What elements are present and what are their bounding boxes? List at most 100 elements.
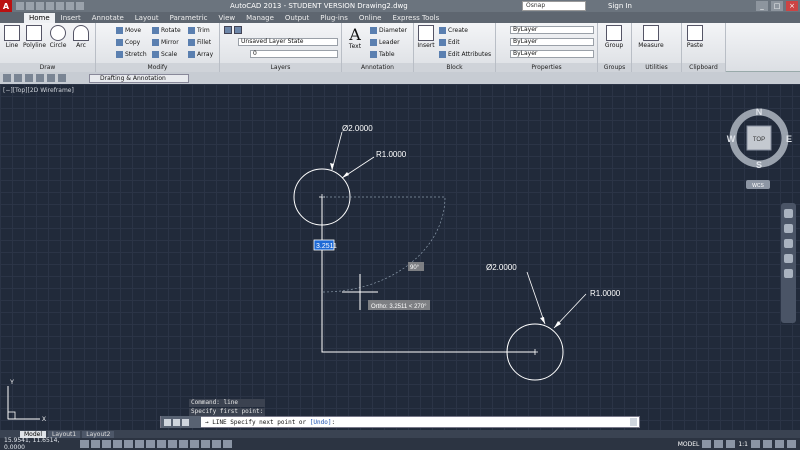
sign-in-button[interactable]: Sign In xyxy=(608,2,632,10)
mirror-button[interactable]: Mirror xyxy=(152,37,179,47)
lineweight-select[interactable]: ByLayer xyxy=(510,50,594,58)
open-icon[interactable] xyxy=(14,74,22,82)
osnap-toggle[interactable] xyxy=(135,440,144,448)
showmotion-icon[interactable] xyxy=(784,269,793,278)
print-icon[interactable] xyxy=(36,74,44,82)
array-button[interactable]: Array xyxy=(188,49,213,59)
leader-button[interactable]: Leader xyxy=(370,37,400,47)
grid-toggle[interactable] xyxy=(102,440,111,448)
plot-icon[interactable] xyxy=(56,2,64,10)
text-button[interactable]: A Text xyxy=(344,25,366,50)
group-button[interactable]: Group xyxy=(603,25,625,49)
tab-layout[interactable]: Layout xyxy=(130,13,164,23)
otrack-toggle[interactable] xyxy=(157,440,166,448)
command-prompt[interactable]: → LINE Specify next point or [Undo]: xyxy=(201,419,335,426)
clean-screen-icon[interactable] xyxy=(787,440,796,448)
annotation-panel-title[interactable]: Annotation xyxy=(342,63,413,72)
color-select[interactable]: ByLayer xyxy=(510,26,594,34)
compass-west[interactable]: W xyxy=(727,134,736,144)
polyline-button[interactable]: Polyline xyxy=(23,25,46,49)
block-panel-title[interactable]: Block xyxy=(414,63,495,72)
dyn-toggle[interactable] xyxy=(179,440,188,448)
quick-properties-toggle[interactable] xyxy=(212,440,221,448)
diameter-button[interactable]: Diameter xyxy=(370,25,407,35)
insert-button[interactable]: Insert xyxy=(415,25,437,49)
line-segment[interactable] xyxy=(321,197,535,353)
quick-view-layouts-icon[interactable] xyxy=(702,440,712,448)
minimize-button[interactable]: _ xyxy=(756,1,768,11)
layer-state-select[interactable]: Unsaved Layer State xyxy=(238,38,338,46)
model-space-button[interactable]: MODEL xyxy=(678,441,700,448)
undo-icon[interactable] xyxy=(47,74,55,82)
recent-commands-icon[interactable] xyxy=(182,418,189,426)
ducs-toggle[interactable] xyxy=(168,440,177,448)
edit-attributes-button[interactable]: Edit Attributes xyxy=(439,49,491,59)
measure-button[interactable]: Measure xyxy=(638,25,664,49)
pan-icon[interactable] xyxy=(784,224,793,233)
draw-panel-title[interactable]: Draw xyxy=(0,63,95,72)
arc-button[interactable]: Arc xyxy=(70,25,92,49)
tab-view[interactable]: View xyxy=(213,13,240,23)
ortho-toggle[interactable] xyxy=(113,440,122,448)
tab-parametric[interactable]: Parametric xyxy=(165,13,213,23)
polar-toggle[interactable] xyxy=(124,440,133,448)
3d-osnap-toggle[interactable] xyxy=(146,440,155,448)
customize-icon[interactable] xyxy=(173,418,180,426)
close-command-icon[interactable] xyxy=(164,418,171,426)
tab-layout2[interactable]: Layout2 xyxy=(82,430,115,438)
modify-panel-title[interactable]: Modify xyxy=(96,63,219,72)
new-icon[interactable] xyxy=(3,74,11,82)
move-button[interactable]: Move xyxy=(116,25,141,35)
paste-button[interactable]: Paste xyxy=(684,25,706,49)
zoom-icon[interactable] xyxy=(784,239,793,248)
tab-home[interactable]: Home xyxy=(24,13,55,23)
orbit-icon[interactable] xyxy=(784,254,793,263)
isolate-objects-icon[interactable] xyxy=(775,440,784,448)
layers-panel-title[interactable]: Layers xyxy=(220,63,341,72)
compass-east[interactable]: E xyxy=(786,134,792,144)
rotate-button[interactable]: Rotate xyxy=(152,25,181,35)
utilities-panel-title[interactable]: Utilities xyxy=(632,63,681,72)
create-block-button[interactable]: Create xyxy=(439,25,468,35)
command-history-toggle[interactable] xyxy=(630,418,637,426)
line-button[interactable]: Line xyxy=(1,25,23,49)
lock-icon[interactable] xyxy=(763,440,772,448)
table-button[interactable]: Table xyxy=(370,49,395,59)
scale-button[interactable]: Scale xyxy=(152,49,177,59)
open-icon[interactable] xyxy=(26,2,34,10)
save-as-icon[interactable] xyxy=(46,2,54,10)
workspace-switching-icon[interactable] xyxy=(751,440,760,448)
edit-block-button[interactable]: Edit xyxy=(439,37,460,47)
save-icon[interactable] xyxy=(25,74,33,82)
tab-plugins[interactable]: Plug-ins xyxy=(315,13,353,23)
close-button[interactable]: × xyxy=(786,1,798,11)
compass-north[interactable]: N xyxy=(756,107,763,117)
tab-output[interactable]: Output xyxy=(280,13,314,23)
viewcube[interactable]: TOP N S E W WCS xyxy=(727,107,792,189)
snap-toggle[interactable] xyxy=(91,440,100,448)
linetype-select[interactable]: ByLayer xyxy=(510,38,594,46)
layer-off-icon[interactable] xyxy=(234,26,242,34)
trim-button[interactable]: Trim xyxy=(188,25,210,35)
quick-view-drawings-icon[interactable] xyxy=(714,440,724,448)
workspace-select[interactable]: Drafting & Annotation xyxy=(89,73,189,83)
clipboard-panel-title[interactable]: Clipboard xyxy=(682,63,725,72)
lineweight-toggle[interactable] xyxy=(190,440,199,448)
new-icon[interactable] xyxy=(16,2,24,10)
tab-insert[interactable]: Insert xyxy=(56,13,86,23)
circle-button[interactable]: Circle xyxy=(47,25,69,49)
command-line[interactable]: → LINE Specify next point or [Undo]: xyxy=(160,416,640,428)
transparency-toggle[interactable] xyxy=(201,440,210,448)
properties-panel-title[interactable]: Properties xyxy=(496,63,597,72)
redo-icon[interactable] xyxy=(76,2,84,10)
application-menu-button[interactable]: A xyxy=(0,0,12,12)
layer-select[interactable]: 0 xyxy=(250,50,338,58)
groups-panel-title[interactable]: Groups xyxy=(598,63,631,72)
annotation-scale-icon[interactable] xyxy=(726,440,736,448)
steering-wheel-icon[interactable] xyxy=(784,209,793,218)
tab-express-tools[interactable]: Express Tools xyxy=(387,13,444,23)
fillet-button[interactable]: Fillet xyxy=(188,37,211,47)
tab-manage[interactable]: Manage xyxy=(241,13,279,23)
infer-constraints-toggle[interactable] xyxy=(80,440,89,448)
annotation-scale-value[interactable]: 1:1 xyxy=(738,441,748,448)
